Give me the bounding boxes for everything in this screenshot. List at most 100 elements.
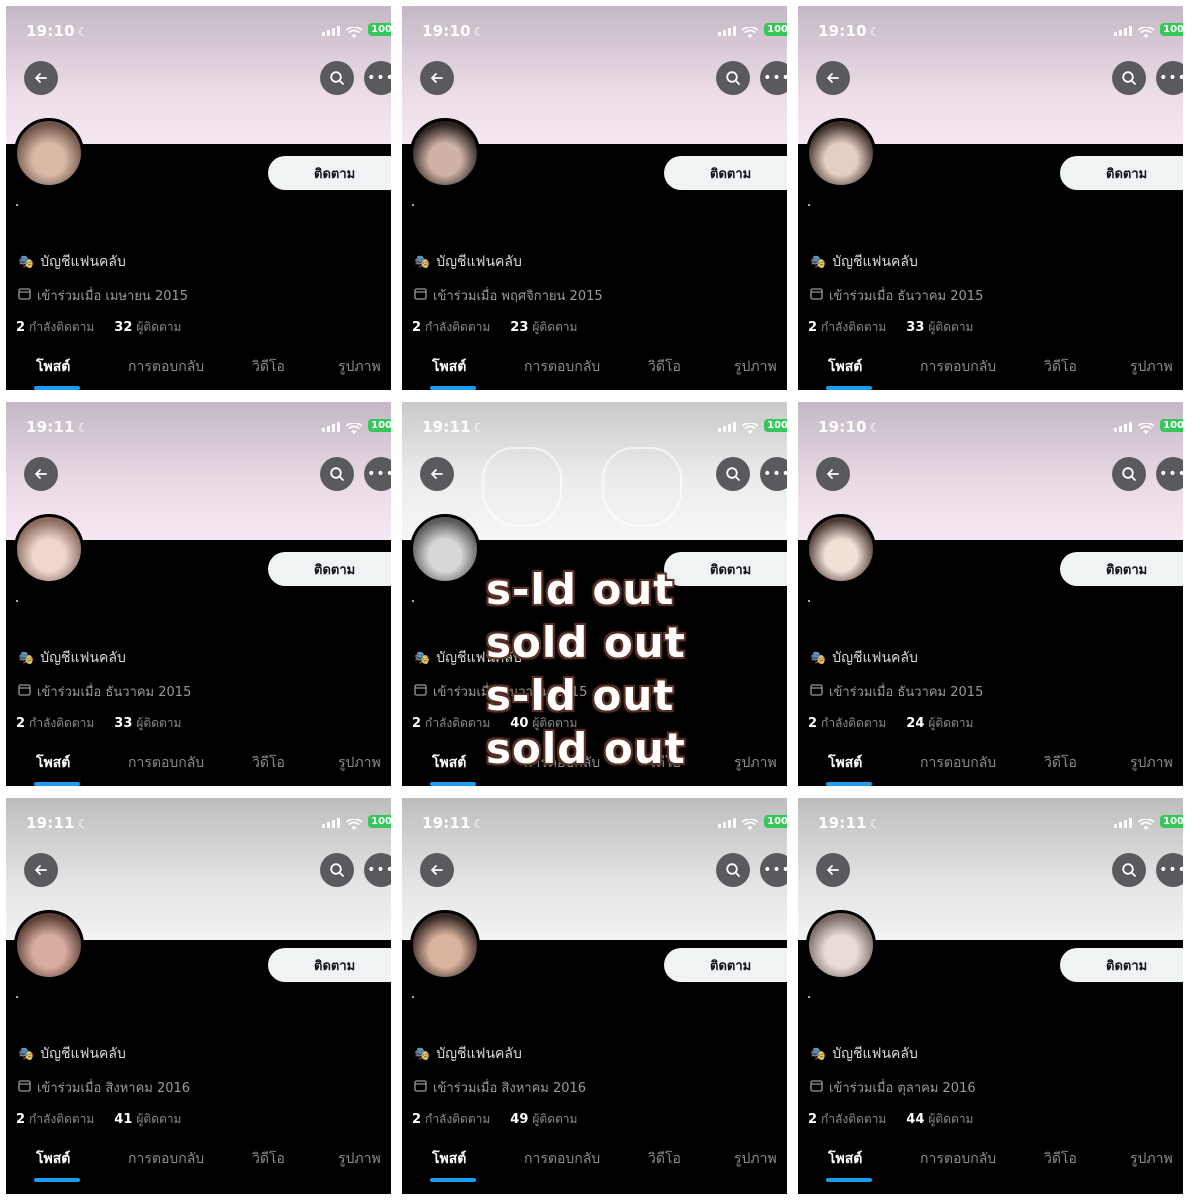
following-count[interactable]: 2 <box>412 320 421 335</box>
back-button[interactable] <box>420 61 454 95</box>
tab-videos[interactable]: วิดีโอ <box>648 356 681 378</box>
back-button[interactable] <box>24 61 58 95</box>
search-button[interactable] <box>716 61 750 95</box>
tab-posts[interactable]: โพสต์ <box>36 1148 70 1170</box>
tab-replies[interactable]: การตอบกลับ <box>920 1148 996 1170</box>
more-options-button[interactable]: ••• <box>760 61 787 95</box>
following-label[interactable]: กำลังติดตาม <box>821 1110 886 1129</box>
tab-posts[interactable]: โพสต์ <box>36 356 70 378</box>
tab-replies[interactable]: การตอบกลับ <box>128 356 204 378</box>
more-options-button[interactable]: ••• <box>364 853 391 887</box>
tab-posts[interactable]: โพสต์ <box>432 356 466 378</box>
followers-label[interactable]: ผู้ติดตาม <box>136 1110 181 1129</box>
followers-count[interactable]: 33 <box>906 320 924 335</box>
more-options-button[interactable]: ••• <box>364 61 391 95</box>
search-button[interactable] <box>320 457 354 491</box>
profile-avatar[interactable] <box>806 118 876 188</box>
follow-button[interactable]: ติดตาม <box>1060 156 1183 190</box>
tab-photos[interactable]: รูปภาพ <box>734 356 777 378</box>
tab-replies[interactable]: การตอบกลับ <box>128 1148 204 1170</box>
followers-label[interactable]: ผู้ติดตาม <box>532 318 577 337</box>
profile-avatar[interactable] <box>806 514 876 584</box>
tab-videos[interactable]: วิดีโอ <box>252 1148 285 1170</box>
tab-photos[interactable]: รูปภาพ <box>338 356 381 378</box>
tab-videos[interactable]: วิดีโอ <box>1044 1148 1077 1170</box>
back-button[interactable] <box>816 457 850 491</box>
following-label[interactable]: กำลังติดตาม <box>821 714 886 733</box>
search-button[interactable] <box>320 853 354 887</box>
following-count[interactable]: 2 <box>16 320 25 335</box>
back-button[interactable] <box>420 853 454 887</box>
following-count[interactable]: 2 <box>412 716 421 731</box>
followers-label[interactable]: ผู้ติดตาม <box>136 318 181 337</box>
following-label[interactable]: กำลังติดตาม <box>29 318 94 337</box>
tab-photos[interactable]: รูปภาพ <box>1130 1148 1173 1170</box>
following-count[interactable]: 2 <box>16 1112 25 1127</box>
following-label[interactable]: กำลังติดตาม <box>425 318 490 337</box>
tab-photos[interactable]: รูปภาพ <box>338 1148 381 1170</box>
follow-button[interactable]: ติดตาม <box>268 552 391 586</box>
follow-button[interactable]: ติดตาม <box>268 156 391 190</box>
tab-replies[interactable]: การตอบกลับ <box>524 356 600 378</box>
following-count[interactable]: 2 <box>16 716 25 731</box>
following-count[interactable]: 2 <box>412 1112 421 1127</box>
followers-count[interactable]: 32 <box>114 320 132 335</box>
followers-count[interactable]: 23 <box>510 320 528 335</box>
profile-avatar[interactable] <box>14 910 84 980</box>
search-button[interactable] <box>1112 853 1146 887</box>
profile-avatar[interactable] <box>14 118 84 188</box>
tab-photos[interactable]: รูปภาพ <box>734 1148 777 1170</box>
following-label[interactable]: กำลังติดตาม <box>29 1110 94 1129</box>
profile-avatar[interactable] <box>14 514 84 584</box>
followers-label[interactable]: ผู้ติดตาม <box>928 318 973 337</box>
back-button[interactable] <box>816 61 850 95</box>
tab-videos[interactable]: วิดีโอ <box>252 356 285 378</box>
more-options-button[interactable]: ••• <box>760 853 787 887</box>
follow-button[interactable]: ติดตาม <box>1060 948 1183 982</box>
back-button[interactable] <box>24 457 58 491</box>
tab-posts[interactable]: โพสต์ <box>828 356 862 378</box>
following-label[interactable]: กำลังติดตาม <box>425 714 490 733</box>
follow-button[interactable]: ติดตาม <box>664 156 787 190</box>
follow-button[interactable]: ติดตาม <box>1060 552 1183 586</box>
profile-avatar[interactable] <box>410 910 480 980</box>
tab-replies[interactable]: การตอบกลับ <box>524 1148 600 1170</box>
following-label[interactable]: กำลังติดตาม <box>821 318 886 337</box>
back-button[interactable] <box>24 853 58 887</box>
following-count[interactable]: 2 <box>808 320 817 335</box>
followers-count[interactable]: 49 <box>510 1112 528 1127</box>
more-options-button[interactable]: ••• <box>1156 61 1183 95</box>
follow-button[interactable]: ติดตาม <box>268 948 391 982</box>
search-button[interactable] <box>716 853 750 887</box>
tab-posts[interactable]: โพสต์ <box>432 752 466 774</box>
more-options-button[interactable]: ••• <box>760 457 787 491</box>
tab-posts[interactable]: โพสต์ <box>432 1148 466 1170</box>
tab-posts[interactable]: โพสต์ <box>828 752 862 774</box>
following-label[interactable]: กำลังติดตาม <box>29 714 94 733</box>
following-label[interactable]: กำลังติดตาม <box>425 1110 490 1129</box>
following-count[interactable]: 2 <box>808 1112 817 1127</box>
followers-count[interactable]: 44 <box>906 1112 924 1127</box>
tab-videos[interactable]: วิดีโอ <box>648 1148 681 1170</box>
followers-label[interactable]: ผู้ติดตาม <box>928 1110 973 1129</box>
profile-avatar[interactable] <box>806 910 876 980</box>
following-count[interactable]: 2 <box>808 716 817 731</box>
more-options-button[interactable]: ••• <box>1156 853 1183 887</box>
search-button[interactable] <box>716 457 750 491</box>
followers-count[interactable]: 24 <box>906 716 924 731</box>
followers-label[interactable]: ผู้ติดตาม <box>532 1110 577 1129</box>
search-button[interactable] <box>1112 61 1146 95</box>
more-options-button[interactable]: ••• <box>1156 457 1183 491</box>
back-button[interactable] <box>420 457 454 491</box>
follow-button[interactable]: ติดตาม <box>664 948 787 982</box>
more-options-button[interactable]: ••• <box>364 457 391 491</box>
tab-replies[interactable]: การตอบกลับ <box>920 356 996 378</box>
tab-replies[interactable]: การตอบกลับ <box>920 752 996 774</box>
search-button[interactable] <box>320 61 354 95</box>
followers-count[interactable]: 33 <box>114 716 132 731</box>
tab-replies[interactable]: การตอบกลับ <box>128 752 204 774</box>
followers-label[interactable]: ผู้ติดตาม <box>136 714 181 733</box>
tab-photos[interactable]: รูปภาพ <box>734 752 777 774</box>
tab-photos[interactable]: รูปภาพ <box>1130 356 1173 378</box>
tab-videos[interactable]: วิดีโอ <box>1044 356 1077 378</box>
